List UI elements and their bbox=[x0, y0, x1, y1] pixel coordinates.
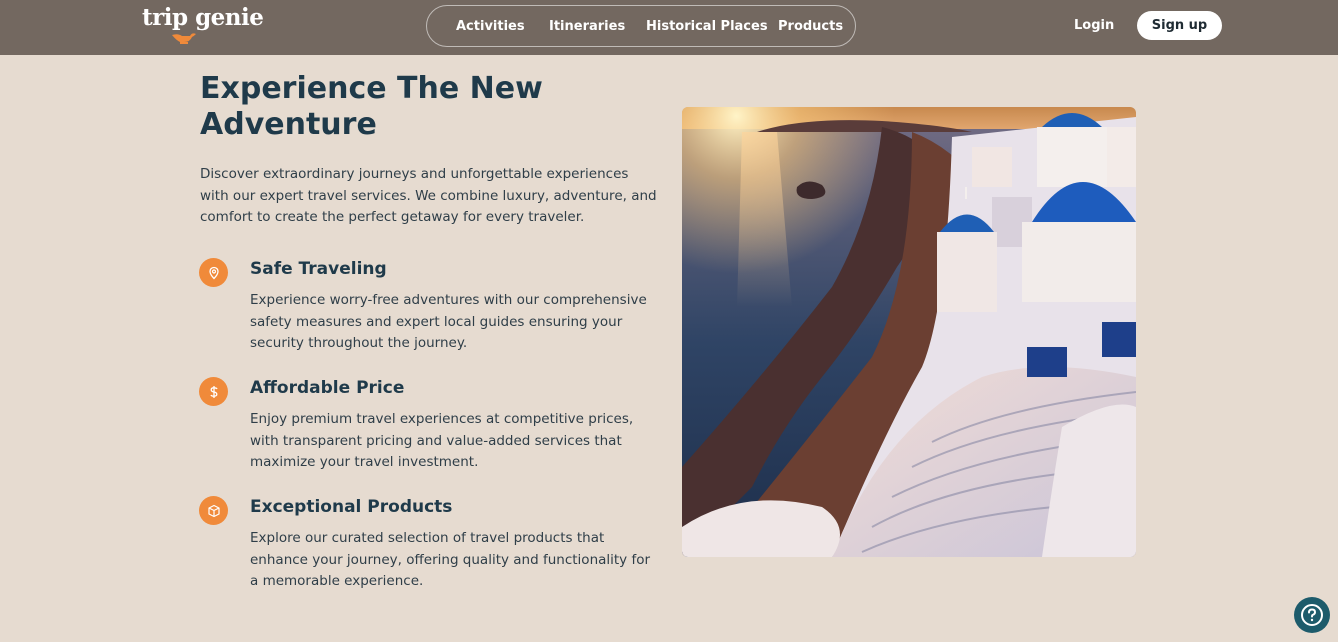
feature-description: Explore our curated selection of travel … bbox=[250, 530, 651, 590]
logo-text: trip genie bbox=[142, 4, 264, 31]
feature-description: Enjoy premium travel experiences at comp… bbox=[250, 411, 634, 471]
top-navbar: trip genie Activities Itineraries Histor… bbox=[0, 0, 1338, 55]
feature-title: Safe Traveling bbox=[250, 259, 387, 279]
nav-itineraries[interactable]: Itineraries bbox=[549, 19, 625, 34]
login-link[interactable]: Login bbox=[1074, 18, 1114, 33]
nav-historical-places[interactable]: Historical Places bbox=[646, 19, 768, 34]
help-icon bbox=[1301, 604, 1323, 626]
signup-button[interactable]: Sign up bbox=[1137, 11, 1222, 40]
hero-description: Discover extraordinary journeys and unfo… bbox=[200, 166, 657, 226]
help-button[interactable] bbox=[1294, 597, 1330, 633]
hero-image-santorini bbox=[682, 107, 1136, 557]
feature-title: Exceptional Products bbox=[250, 497, 453, 517]
dollar-icon bbox=[199, 377, 228, 406]
nav-activities[interactable]: Activities bbox=[456, 19, 525, 34]
box-icon bbox=[199, 496, 228, 525]
feature-description: Experience worry-free adventures with ou… bbox=[250, 292, 647, 352]
nav-products[interactable]: Products bbox=[778, 19, 843, 34]
map-pin-icon bbox=[199, 258, 228, 287]
trip-genie-logo[interactable]: trip genie bbox=[142, 4, 272, 46]
hero-title: Experience The New Adventure bbox=[200, 71, 543, 142]
santorini-illustration bbox=[682, 107, 1136, 557]
feature-title: Affordable Price bbox=[250, 378, 405, 398]
main-nav: Activities Itineraries Historical Places… bbox=[426, 5, 856, 47]
genie-lamp-icon bbox=[172, 33, 196, 44]
